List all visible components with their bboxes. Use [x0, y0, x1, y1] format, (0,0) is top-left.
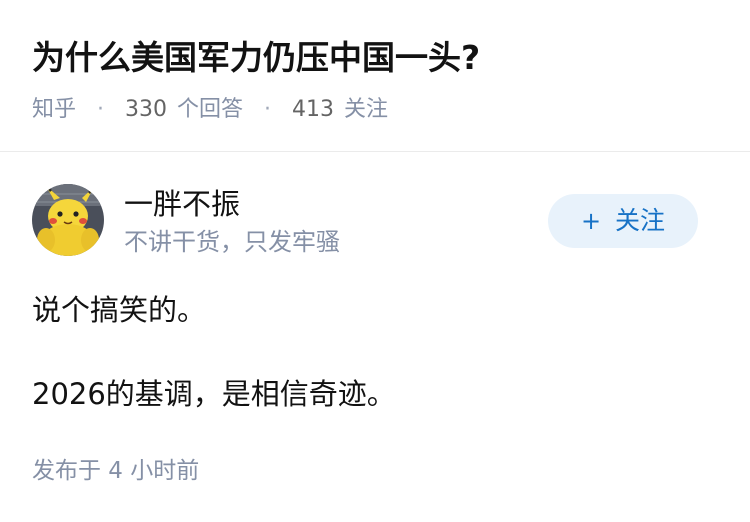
question-title[interactable]: 为什么美国军力仍压中国一头?	[32, 34, 480, 82]
answers-label: 个回答	[177, 97, 244, 122]
pikachu-plush-avatar-icon	[32, 184, 104, 256]
follow-author-button[interactable]: + 关注	[548, 194, 698, 248]
meta-separator: ·	[264, 97, 272, 122]
question-meta: 知乎 · 330 个回答 · 413 关注	[32, 92, 388, 128]
followers-label: 关注	[344, 97, 389, 122]
followers-count-link[interactable]: 413 关注	[292, 97, 388, 122]
author-avatar[interactable]	[32, 184, 104, 256]
author-bio: 不讲干货，只发牢骚	[124, 228, 340, 256]
answer-paragraph: 2026的基调，是相信奇迹。	[32, 377, 396, 411]
answer-published-time: 发布于 4 小时前	[32, 458, 200, 484]
author-name[interactable]: 一胖不振	[124, 184, 240, 224]
follow-button-label: 关注	[615, 206, 666, 235]
meta-separator: ·	[97, 97, 105, 122]
answer-paragraph: 说个搞笑的。	[32, 293, 207, 327]
plus-icon: +	[580, 207, 602, 235]
source-label[interactable]: 知乎	[32, 97, 76, 122]
answers-count: 330	[125, 97, 168, 122]
question-header: 为什么美国军力仍压中国一头? 知乎 · 330 个回答 · 413 关注	[0, 0, 750, 152]
answers-count-link[interactable]: 330 个回答	[125, 97, 250, 122]
followers-count: 413	[292, 97, 335, 122]
